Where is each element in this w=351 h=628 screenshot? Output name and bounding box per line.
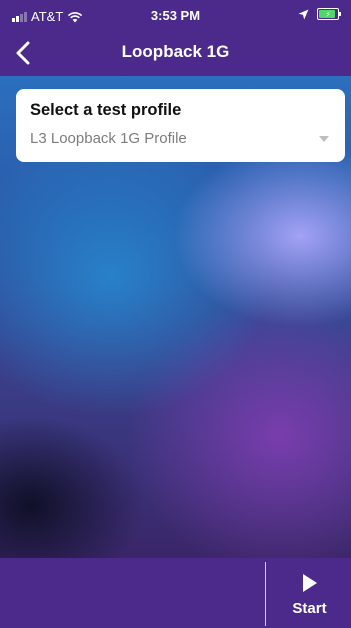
- profile-card: Select a test profile L3 Loopback 1G Pro…: [16, 89, 345, 162]
- main-content: Select a test profile L3 Loopback 1G Pro…: [0, 76, 351, 558]
- nav-bar: Loopback 1G: [0, 30, 351, 76]
- page-title: Loopback 1G: [121, 42, 230, 61]
- location-icon: [298, 9, 309, 19]
- status-right: ⚡: [298, 8, 341, 20]
- selected-profile-value: L3 Loopback 1G Profile: [30, 130, 187, 147]
- bottom-toolbar: Start: [0, 558, 351, 628]
- play-icon: [302, 574, 317, 592]
- battery-charging-icon: ⚡: [317, 8, 341, 20]
- profile-card-title: Select a test profile: [30, 101, 182, 119]
- start-button[interactable]: Start: [272, 568, 347, 624]
- profile-select[interactable]: L3 Loopback 1G Profile: [30, 130, 331, 147]
- caret-down-icon: [319, 135, 329, 142]
- status-bar: AT&T 3:53 PM ⚡: [0, 0, 351, 30]
- toolbar-divider: [265, 562, 266, 626]
- start-label: Start: [292, 600, 327, 617]
